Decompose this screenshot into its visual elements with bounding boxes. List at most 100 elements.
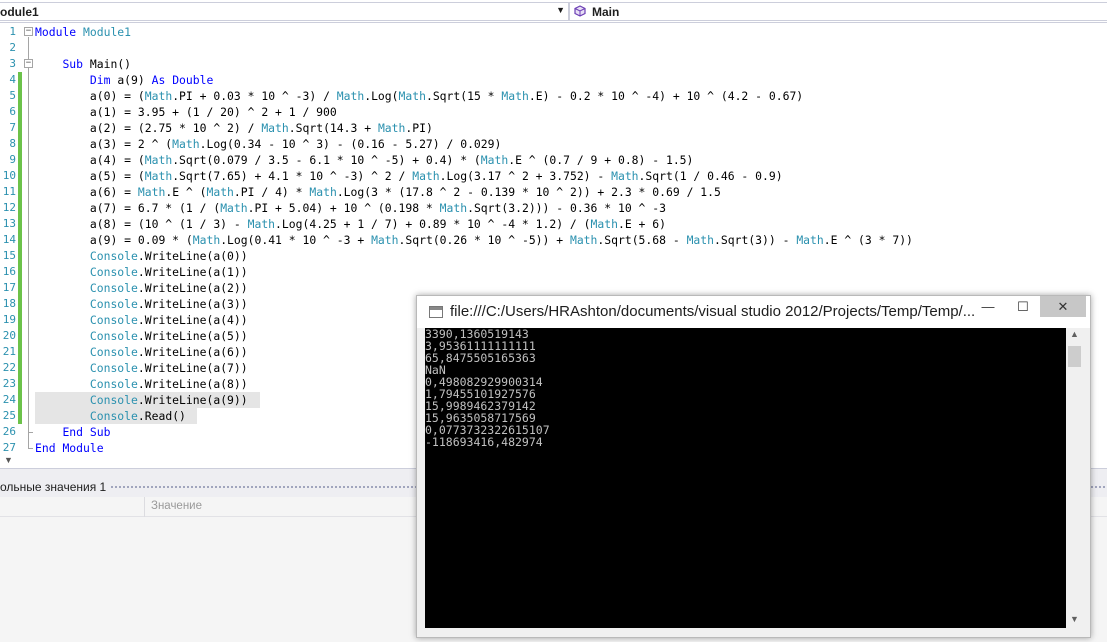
code-line[interactable]: a(3) = 2 ^ (Math.Log(0.34 - 10 ^ 3) - (0… [35, 136, 501, 152]
change-marker [18, 296, 22, 312]
console-window[interactable]: file:///C:/Users/HRAshton/documents/visu… [416, 295, 1091, 638]
line-number: 23 [2, 377, 16, 390]
locals-title: ольные значения 1 [0, 480, 107, 494]
close-icon: ✕ [1057, 299, 1069, 314]
code-line[interactable]: a(7) = 6.7 * (1 / (Math.PI + 5.04) + 10 … [35, 200, 666, 216]
line-number: 24 [2, 393, 16, 406]
code-line[interactable]: Console.WriteLine(a(0)) [35, 248, 248, 264]
fold-guide-end [28, 448, 33, 449]
minimize-button[interactable]: — [971, 296, 1005, 317]
code-line[interactable]: a(1) = 3.95 + (1 / 20) ^ 2 + 1 / 900 [35, 104, 337, 120]
change-marker [18, 136, 22, 152]
change-marker [18, 312, 22, 328]
line-number: 12 [2, 201, 16, 214]
change-marker [18, 88, 22, 104]
code-line[interactable]: a(9) = 0.09 * (Math.Log(0.41 * 10 ^ -3 +… [35, 232, 913, 248]
change-marker [18, 360, 22, 376]
code-line[interactable]: End Module [35, 440, 104, 456]
change-marker [18, 344, 22, 360]
method-cube-icon [574, 5, 586, 17]
maximize-icon: ☐ [1017, 299, 1029, 314]
line-number: 16 [2, 265, 16, 278]
line-number: 25 [2, 409, 16, 422]
line-number: 4 [9, 73, 16, 86]
member-dropdown[interactable]: Main [569, 2, 1107, 21]
change-marker [18, 200, 22, 216]
line-number: 7 [9, 121, 16, 134]
code-line[interactable]: Console.Read() [35, 408, 186, 424]
line-number: 3 [9, 57, 16, 70]
line-number: 13 [2, 217, 16, 230]
chevron-down-icon[interactable]: ▼ [4, 455, 13, 465]
line-number: 20 [2, 329, 16, 342]
change-marker [18, 216, 22, 232]
collapse-icon[interactable]: − [24, 59, 33, 68]
change-marker [18, 184, 22, 200]
line-number: 27 [2, 441, 16, 454]
change-marker [18, 168, 22, 184]
console-output-line: -118693416,482974 [425, 435, 543, 449]
line-number: 6 [9, 105, 16, 118]
change-marker [18, 408, 22, 424]
line-number: 11 [2, 185, 16, 198]
line-number: 14 [2, 233, 16, 246]
code-line[interactable]: Dim a(9) As Double [35, 72, 213, 88]
minimize-icon: — [981, 299, 995, 314]
code-line[interactable]: Console.WriteLine(a(2)) [35, 280, 248, 296]
scrollbar-thumb[interactable] [1068, 346, 1081, 367]
code-line[interactable]: a(2) = (2.75 * 10 ^ 2) / Math.Sqrt(14.3 … [35, 120, 433, 136]
chevron-up-icon[interactable]: ▲ [1066, 329, 1083, 339]
code-line[interactable]: Console.WriteLine(a(8)) [35, 376, 248, 392]
code-line[interactable]: Console.WriteLine(a(1)) [35, 264, 248, 280]
code-line[interactable]: Module Module1 [35, 24, 131, 40]
code-line[interactable]: a(0) = (Math.PI + 0.03 * 10 ^ -3) / Math… [35, 88, 803, 104]
chevron-down-icon[interactable]: ▼ [1066, 614, 1083, 624]
line-number-gutter: 1 2 3 4 5 6 7 8 9 10 11 12 13 14 15 16 17 18 19 20 21 22 23 24 2… [0, 23, 33, 468]
line-number: 1 [9, 25, 16, 38]
change-marker [18, 264, 22, 280]
code-line[interactable]: Sub Main() [35, 56, 131, 72]
line-number: 26 [2, 425, 16, 438]
close-button[interactable]: ✕ [1040, 296, 1086, 317]
chevron-down-icon: ▼ [556, 5, 565, 15]
change-marker [18, 120, 22, 136]
line-number: 2 [9, 41, 16, 54]
change-marker [18, 328, 22, 344]
code-line[interactable]: Console.WriteLine(a(5)) [35, 328, 248, 344]
code-line[interactable]: Console.WriteLine(a(4)) [35, 312, 248, 328]
change-marker [18, 232, 22, 248]
maximize-button[interactable]: ☐ [1006, 296, 1040, 317]
type-dropdown-value: odule1 [0, 5, 39, 19]
change-marker [18, 248, 22, 264]
member-dropdown-value: Main [592, 5, 620, 19]
console-title: file:///C:/Users/HRAshton/documents/visu… [450, 303, 976, 320]
code-line[interactable]: a(5) = (Math.Sqrt(7.65) + 4.1 * 10 ^ -3)… [35, 168, 783, 184]
code-line[interactable]: a(4) = (Math.Sqrt(0.079 / 3.5 - 6.1 * 10… [35, 152, 694, 168]
line-number: 10 [2, 169, 16, 182]
change-marker [18, 280, 22, 296]
line-number: 15 [2, 249, 16, 262]
code-line[interactable]: a(6) = Math.E ^ (Math.PI / 4) * Math.Log… [35, 184, 721, 200]
code-line[interactable]: Console.WriteLine(a(6)) [35, 344, 248, 360]
line-number: 22 [2, 361, 16, 374]
change-marker [18, 152, 22, 168]
code-line[interactable]: Console.WriteLine(a(7)) [35, 360, 248, 376]
line-number: 8 [9, 137, 16, 150]
code-line[interactable]: a(8) = (10 ^ (1 / 3) - Math.Log(4.25 + 1… [35, 216, 666, 232]
type-dropdown[interactable]: odule1 ▼ [0, 2, 569, 21]
console-title-bar[interactable]: file:///C:/Users/HRAshton/documents/visu… [417, 296, 1090, 328]
vertical-scrollbar[interactable]: ▲ ▼ [1066, 328, 1083, 628]
change-marker [18, 72, 22, 88]
change-marker [18, 104, 22, 120]
console-output[interactable]: 3390,1360519143 3,95361111111111 65,847550… [425, 328, 1066, 628]
code-line[interactable]: End Sub [35, 424, 110, 440]
code-line[interactable]: Console.WriteLine(a(9)) [35, 392, 248, 408]
change-marker [18, 376, 22, 392]
code-line[interactable]: Console.WriteLine(a(3)) [35, 296, 248, 312]
collapse-icon[interactable]: − [24, 27, 33, 36]
column-divider[interactable] [144, 497, 145, 517]
fold-guide-end [28, 432, 33, 433]
line-number: 18 [2, 297, 16, 310]
fold-guide [28, 69, 29, 432]
column-header-value[interactable]: Значение [151, 500, 202, 512]
